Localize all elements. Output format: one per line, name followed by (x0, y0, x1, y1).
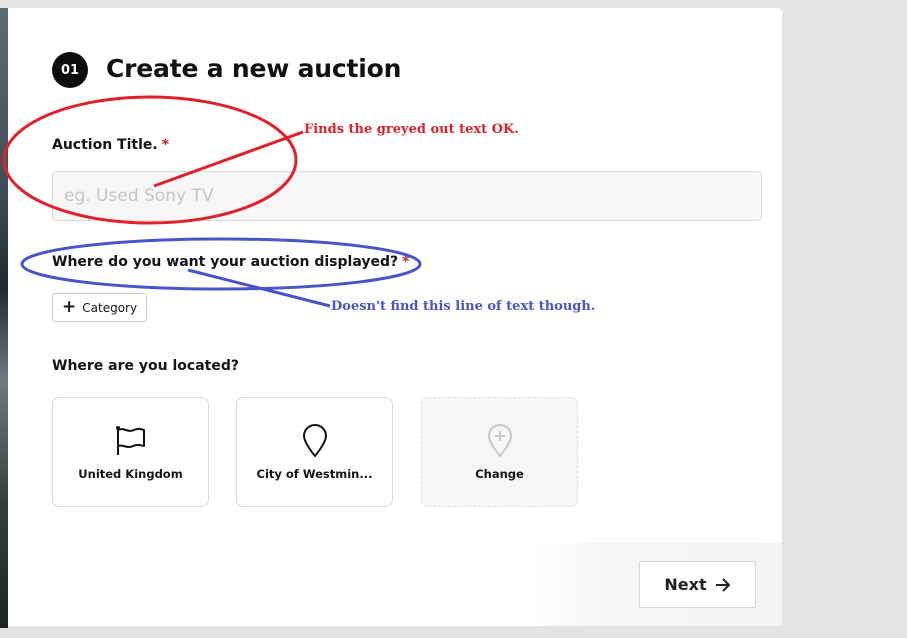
display-location-label: Where do you want your auction displayed… (52, 254, 409, 270)
required-asterisk: * (402, 254, 410, 270)
location-option-label: City of Westmin... (256, 466, 373, 481)
auction-title-input[interactable] (52, 171, 762, 221)
add-category-button[interactable]: + Category (52, 293, 148, 322)
location-option-label: Change (475, 466, 524, 481)
next-button-label: Next (664, 575, 707, 594)
red-annotation-note: Finds the greyed out text OK. (304, 122, 519, 137)
auction-title-label: Auction Title. * (52, 137, 169, 153)
create-auction-card: 01 Create a new auction Auction Title. * … (8, 8, 782, 626)
flag-icon (115, 425, 145, 455)
location-change-button[interactable]: Change (421, 397, 578, 507)
display-location-label-text: Where do you want your auction displayed… (52, 254, 399, 270)
map-pin-icon (302, 423, 327, 457)
location-option-city[interactable]: City of Westmin... (236, 397, 393, 507)
required-asterisk: * (161, 137, 170, 153)
location-option-united-kingdom[interactable]: United Kingdom (52, 397, 209, 507)
auction-title-label-text: Auction Title. (52, 137, 158, 153)
arrow-right-icon (715, 577, 730, 592)
page-title: Create a new auction (106, 54, 402, 83)
location-option-label: United Kingdom (78, 466, 183, 481)
category-button-label: Category (82, 300, 138, 315)
blue-annotation-note: Doesn't find this line of text though. (331, 299, 596, 314)
background-photo-edge (0, 8, 8, 628)
next-button[interactable]: Next (639, 561, 756, 608)
step-number-badge: 01 (52, 52, 88, 88)
plus-icon: + (62, 297, 77, 317)
location-label: Where are you located? (52, 358, 239, 374)
map-pin-plus-icon (487, 423, 512, 457)
